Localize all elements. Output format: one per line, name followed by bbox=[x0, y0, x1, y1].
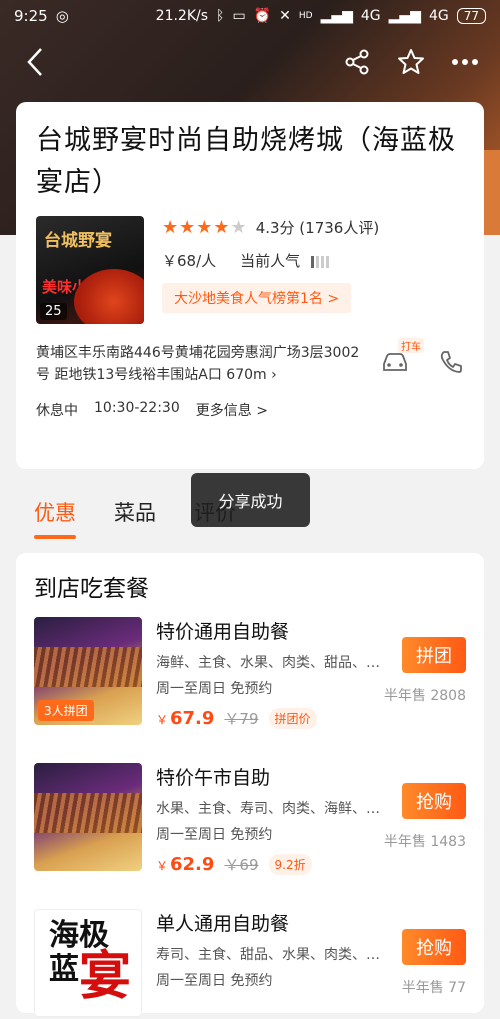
chevron-right-icon: › bbox=[271, 367, 277, 383]
tab-dishes[interactable]: 菜品 bbox=[114, 497, 156, 527]
deal-desc: 水果、主食、寿司、肉类、海鲜、… bbox=[155, 801, 380, 817]
battery-icon: 77 bbox=[456, 8, 486, 24]
taxi-tag: 打车 bbox=[398, 338, 424, 353]
phone-icon bbox=[440, 351, 462, 373]
deal-old-price: ￥69 bbox=[224, 856, 259, 874]
car-icon bbox=[383, 353, 407, 371]
star-icon bbox=[398, 49, 424, 74]
deal-name: 特价午市自助 bbox=[155, 767, 270, 789]
open-status: 休息中 bbox=[36, 403, 78, 419]
network-type-1: 4G bbox=[360, 8, 381, 24]
popularity-bars bbox=[310, 255, 329, 268]
popularity-label: 当前人气 bbox=[240, 252, 301, 270]
rating-text: 4.3分 (1736人评) bbox=[255, 218, 380, 237]
address-text: 黄埔区丰乐南路446号黄埔花园旁惠润广场3层3002号 距地铁13号线裕丰围站A… bbox=[36, 345, 360, 383]
deal-old-price: ￥79 bbox=[224, 710, 259, 728]
share-success-toast: 分享成功 bbox=[191, 473, 310, 527]
status-bar: 9:25 ◎ 21.2K/s ᛒ ▭ ⏰ ✕ HD ▂▄▆ 4G ▂▄▆ 4G … bbox=[0, 0, 500, 32]
deal-desc: 海鲜、主食、水果、肉类、甜品、… bbox=[155, 655, 380, 671]
nav-bar bbox=[0, 40, 500, 84]
chevron-left-icon bbox=[27, 48, 42, 76]
deal-price: ￥ 62.9 bbox=[155, 854, 215, 875]
taxi-button[interactable]: 打车 bbox=[380, 338, 424, 378]
deal-item[interactable]: 3人拼团 特价通用自助餐 海鲜、主食、水果、肉类、甜品、… 周一至周日 免预约 … bbox=[34, 617, 466, 729]
shop-image-logo: 台城野宴 bbox=[44, 231, 112, 251]
favorite-button[interactable] bbox=[396, 47, 426, 77]
shop-title: 台城野宴时尚自助烧烤城（海蓝极宴店） bbox=[36, 125, 456, 198]
network-type-2: 4G bbox=[428, 8, 449, 24]
deal-time: 周一至周日 免预约 bbox=[155, 827, 273, 843]
signal-icon-2: ▂▄▆ bbox=[388, 8, 421, 24]
shop-image[interactable]: 台城野宴 美味小龙虾 25 bbox=[36, 216, 144, 324]
deal-item[interactable]: 特价午市自助 水果、主食、寿司、肉类、海鲜、… 周一至周日 免预约 ￥ 62.9 … bbox=[34, 763, 466, 875]
vibrate-icon: ▭ bbox=[232, 8, 246, 24]
deal-logo-text-c: 宴 bbox=[78, 947, 131, 1007]
signal-icon-1: ▂▄▆ bbox=[320, 8, 353, 24]
deal-price-tag: 拼团价 bbox=[268, 708, 317, 729]
call-button[interactable] bbox=[438, 349, 464, 379]
deal-time: 周一至周日 免预约 bbox=[155, 681, 273, 697]
deal-price: ￥ 67.9 bbox=[155, 708, 215, 729]
rank-tag[interactable]: 大沙地美食人气榜第1名 > bbox=[162, 283, 352, 313]
deals-card: 到店吃套餐 3人拼团 特价通用自助餐 海鲜、主食、水果、肉类、甜品、… 周一至周… bbox=[16, 553, 484, 1017]
deal-image: 3人拼团 bbox=[34, 617, 142, 725]
deal-sold: 半年售 2808 bbox=[383, 688, 466, 704]
distance-text: 670m bbox=[226, 367, 267, 383]
deal-sold: 半年售 77 bbox=[401, 980, 466, 996]
rating-row[interactable]: ★★★★★ 4.3分 (1736人评) bbox=[162, 216, 464, 238]
deal-sold: 半年售 1483 bbox=[383, 834, 466, 850]
deal-logo-text-b: 蓝 bbox=[49, 952, 79, 987]
rating-stars: ★★★★★ bbox=[162, 216, 248, 238]
deal-image: 海极 蓝 宴 bbox=[34, 909, 142, 1017]
group-buy-badge: 3人拼团 bbox=[38, 700, 94, 721]
deals-section-title: 到店吃套餐 bbox=[34, 576, 149, 602]
back-button[interactable] bbox=[20, 47, 50, 77]
deal-name: 单人通用自助餐 bbox=[156, 913, 290, 935]
deal-price-tag: 9.2折 bbox=[268, 854, 312, 875]
app-notification-icon: ◎ bbox=[55, 7, 69, 25]
more-dots-icon bbox=[452, 59, 478, 65]
buy-button[interactable]: 抢购 bbox=[402, 783, 466, 819]
mute-icon: ✕ bbox=[279, 8, 291, 24]
deal-item[interactable]: 海极 蓝 宴 单人通用自助餐 寿司、主食、甜品、水果、肉类、… 周一至周日 免预… bbox=[34, 909, 466, 1019]
deal-desc: 寿司、主食、甜品、水果、肉类、… bbox=[156, 947, 380, 963]
photo-count: 25 bbox=[40, 303, 67, 320]
deal-image bbox=[34, 763, 142, 871]
net-speed: 21.2K/s bbox=[155, 8, 209, 24]
address-block[interactable]: 黄埔区丰乐南路446号黄埔花园旁惠润广场3层3002号 距地铁13号线裕丰围站A… bbox=[36, 342, 368, 386]
deal-time: 周一至周日 免预约 bbox=[156, 973, 273, 989]
hours-row[interactable]: 休息中 10:30-22:30 更多信息 > bbox=[36, 400, 464, 420]
hd-indicator: HD bbox=[298, 11, 313, 21]
more-button[interactable] bbox=[450, 47, 480, 77]
bluetooth-icon: ᛒ bbox=[216, 8, 225, 24]
group-buy-button[interactable]: 拼团 bbox=[402, 637, 466, 673]
shop-info-card: 台城野宴时尚自助烧烤城（海蓝极宴店） 台城野宴 美味小龙虾 25 ★★★★★ 4… bbox=[16, 102, 484, 469]
business-hours: 10:30-22:30 bbox=[94, 400, 180, 416]
buy-button[interactable]: 抢购 bbox=[402, 929, 466, 965]
status-time: 9:25 bbox=[14, 7, 48, 25]
more-info-link[interactable]: 更多信息 > bbox=[196, 400, 268, 420]
deal-name: 特价通用自助餐 bbox=[155, 621, 289, 643]
share-button[interactable] bbox=[342, 47, 372, 77]
alarm-icon: ⏰ bbox=[253, 8, 272, 24]
avg-price: ￥68/人 bbox=[162, 252, 217, 270]
share-icon bbox=[345, 49, 369, 75]
tab-offers[interactable]: 优惠 bbox=[34, 497, 76, 539]
